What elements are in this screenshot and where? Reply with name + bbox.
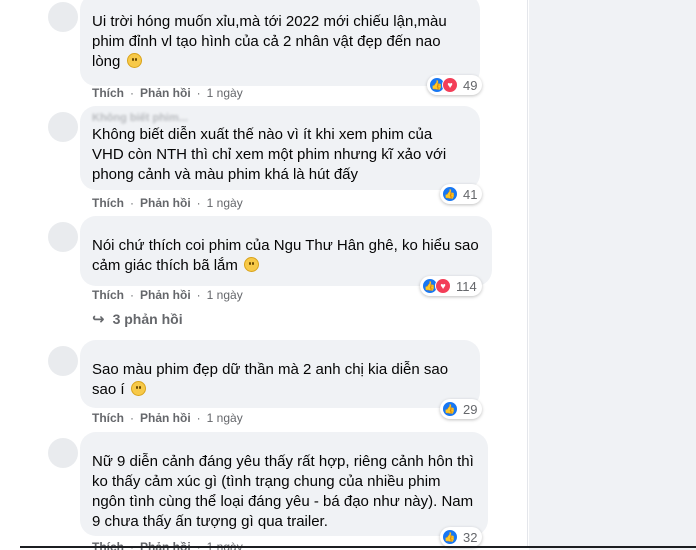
separator: ·: [196, 86, 201, 100]
comment-bubble: Không biết phim... Không biết diễn xuất …: [80, 106, 480, 190]
comment-author[interactable]: Không biết phim...: [92, 112, 468, 125]
comment-bubble: Nữ 9 diễn cảnh đáng yêu thấy rất hợp, ri…: [80, 432, 488, 536]
avatar[interactable]: [48, 2, 78, 32]
comment-actions: Thích · Phản hồi · 1 ngày: [92, 540, 243, 550]
timestamp[interactable]: 1 ngày: [207, 288, 243, 302]
reaction-summary[interactable]: 👍 41: [440, 184, 483, 204]
reaction-summary[interactable]: 👍 ♥ 49: [427, 75, 483, 95]
comment-text: Sao màu phim đẹp dữ thần mà 2 anh chị ki…: [92, 361, 449, 398]
avatar[interactable]: [48, 346, 78, 376]
reply-button[interactable]: Phản hồi: [140, 540, 191, 550]
reaction-count: 41: [463, 186, 478, 202]
separator: ·: [130, 288, 134, 302]
reaction-summary[interactable]: 👍 32: [440, 527, 483, 547]
like-button[interactable]: Thích: [92, 540, 124, 550]
reply-button[interactable]: Phản hồi: [140, 411, 191, 425]
separator: ·: [130, 540, 134, 550]
avatar[interactable]: [48, 438, 78, 468]
reaction-summary[interactable]: 👍 ♥ 114: [420, 276, 482, 296]
view-replies-link[interactable]: ↪ 3 phản hồi: [92, 310, 183, 328]
reply-button[interactable]: Phản hồi: [140, 288, 191, 302]
emoji-icon: [130, 381, 146, 396]
right-panel: [529, 0, 696, 550]
divider: [20, 546, 696, 548]
separator: ·: [196, 411, 201, 425]
separator: ·: [196, 288, 201, 302]
comment-actions: Thích · Phản hồi · 1 ngày: [92, 411, 243, 425]
separator: ·: [130, 411, 134, 425]
separator: ·: [130, 196, 134, 210]
timestamp[interactable]: 1 ngày: [207, 411, 243, 425]
comment-text: Ui trời hóng muốn xỉu,mà tới 2022 mới ch…: [92, 13, 447, 70]
comment-actions: Thích · Phản hồi · 1 ngày: [92, 86, 243, 100]
reply-button[interactable]: Phản hồi: [140, 86, 191, 100]
comment-bubble: Ui trời hóng muốn xỉu,mà tới 2022 mới ch…: [80, 0, 480, 86]
reaction-count: 29: [463, 401, 478, 417]
like-button[interactable]: Thích: [92, 86, 124, 100]
avatar[interactable]: [48, 222, 78, 252]
like-button[interactable]: Thích: [92, 288, 124, 302]
separator: ·: [196, 540, 201, 550]
reaction-count: 32: [463, 529, 478, 545]
like-icon: 👍: [442, 401, 458, 417]
timestamp[interactable]: 1 ngày: [207, 196, 243, 210]
like-icon: 👍: [442, 186, 458, 202]
like-button[interactable]: Thích: [92, 196, 124, 210]
comment-text: Nữ 9 diễn cảnh đáng yêu thấy rất hợp, ri…: [92, 453, 474, 530]
comment-actions: Thích · Phản hồi · 1 ngày: [92, 196, 243, 210]
comment-text: Nói chứ thích coi phim của Ngu Thư Hân g…: [92, 237, 479, 274]
reply-arrow-icon: ↪: [92, 311, 105, 328]
reaction-summary[interactable]: 👍 29: [440, 399, 483, 419]
replies-count-label: 3 phản hồi: [112, 311, 183, 327]
reaction-count: 114: [456, 278, 477, 294]
avatar[interactable]: [48, 112, 78, 142]
reaction-count: 49: [463, 77, 478, 93]
timestamp[interactable]: 1 ngày: [207, 540, 243, 550]
comment-feed: Ui trời hóng muốn xỉu,mà tới 2022 mới ch…: [0, 0, 528, 550]
separator: ·: [130, 86, 134, 100]
comment-text: Không biết diễn xuất thế nào vì ít khi x…: [92, 126, 447, 183]
emoji-icon: [244, 257, 260, 272]
comment-section: Ui trời hóng muốn xỉu,mà tới 2022 mới ch…: [0, 0, 696, 550]
separator: ·: [196, 196, 201, 210]
comment-actions: Thích · Phản hồi · 1 ngày: [92, 288, 243, 302]
timestamp[interactable]: 1 ngày: [207, 86, 243, 100]
love-icon: ♥: [442, 77, 458, 93]
love-icon: ♥: [435, 278, 451, 294]
emoji-icon: [126, 53, 142, 68]
like-icon: 👍: [442, 529, 458, 545]
like-button[interactable]: Thích: [92, 411, 124, 425]
comment-bubble: Sao màu phim đẹp dữ thần mà 2 anh chị ki…: [80, 340, 480, 408]
reply-button[interactable]: Phản hồi: [140, 196, 191, 210]
